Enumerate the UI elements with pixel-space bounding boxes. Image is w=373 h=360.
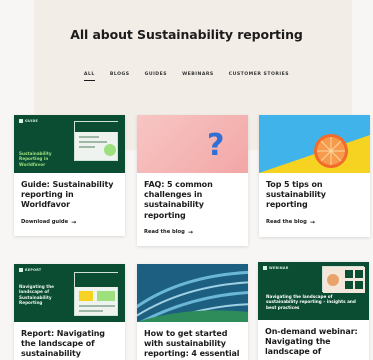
resource-card[interactable]: REPORT Navigating the landscape of Susta… bbox=[14, 264, 125, 360]
card-cta[interactable]: Read the blog → bbox=[144, 229, 241, 236]
arrow-right-icon: → bbox=[309, 218, 315, 226]
running-track-image bbox=[137, 264, 248, 322]
orange-slice-image bbox=[259, 134, 370, 173]
card-thumbnail bbox=[137, 264, 248, 322]
card-thumbnail bbox=[259, 115, 370, 173]
filter-tabs: ALL BLOGS GUIDES WEBINARS CUSTOMER STORI… bbox=[0, 72, 373, 81]
card-thumbnail: ? bbox=[137, 115, 248, 173]
thumb-caption: Sustainability Reporting in Worldfavor bbox=[19, 151, 52, 167]
thumb-caption: Navigating the landscape of sustainabili… bbox=[266, 294, 356, 310]
thumb-caption: Navigating the landscape of Sustainabili… bbox=[19, 284, 55, 305]
logo-mark-icon bbox=[263, 266, 267, 270]
arrow-right-icon: → bbox=[71, 218, 77, 226]
resource-card[interactable]: WEBINAR Navigating the landscape of sust… bbox=[258, 262, 369, 360]
page-title: All about Sustainability reporting bbox=[70, 27, 303, 42]
logo-mark-icon bbox=[19, 119, 23, 123]
card-cta[interactable]: Read the blog → bbox=[266, 219, 363, 226]
resource-card[interactable]: ? FAQ: 5 common challenges in sustainabi… bbox=[137, 115, 248, 246]
card-title: Top 5 tips on sustainability reporting bbox=[266, 180, 326, 210]
thumb-tag: GUIDE bbox=[19, 119, 38, 123]
card-title: Guide: Sustainability reporting in World… bbox=[21, 180, 114, 210]
document-preview-image bbox=[74, 121, 119, 161]
card-title: How to get started with sustainability r… bbox=[144, 329, 240, 359]
webinar-preview-image bbox=[322, 266, 365, 293]
resource-card[interactable]: Top 5 tips on sustainability reporting R… bbox=[259, 115, 370, 237]
card-thumbnail: WEBINAR Navigating the landscape of sust… bbox=[258, 262, 369, 320]
logo-mark-icon bbox=[19, 268, 23, 272]
question-mark-icon: ? bbox=[207, 128, 224, 163]
report-preview-image bbox=[74, 272, 119, 316]
tab-all[interactable]: ALL bbox=[83, 72, 95, 81]
tab-webinars[interactable]: WEBINARS bbox=[182, 72, 214, 81]
thumb-tag: REPORT bbox=[19, 268, 41, 272]
tab-blogs[interactable]: BLOGS bbox=[110, 72, 130, 81]
tab-customer-stories[interactable]: CUSTOMER STORIES bbox=[229, 72, 289, 81]
thumb-tag: WEBINAR bbox=[263, 266, 289, 270]
resource-card[interactable]: GUIDE Sustainability Reporting in Worldf… bbox=[14, 115, 125, 236]
resource-card[interactable]: How to get started with sustainability r… bbox=[137, 264, 248, 360]
tab-guides[interactable]: GUIDES bbox=[145, 72, 167, 81]
card-title: On-demand webinar: Navigating the landsc… bbox=[265, 327, 358, 357]
card-thumbnail: REPORT Navigating the landscape of Susta… bbox=[14, 264, 125, 322]
card-cta[interactable]: Download guide → bbox=[21, 219, 118, 226]
card-title: FAQ: 5 common challenges in sustainabili… bbox=[144, 180, 213, 220]
arrow-right-icon: → bbox=[187, 228, 193, 236]
card-title: Report: Navigating the landscape of sust… bbox=[21, 329, 105, 359]
svg-text:?: ? bbox=[207, 128, 224, 163]
card-thumbnail: GUIDE Sustainability Reporting in Worldf… bbox=[14, 115, 125, 173]
